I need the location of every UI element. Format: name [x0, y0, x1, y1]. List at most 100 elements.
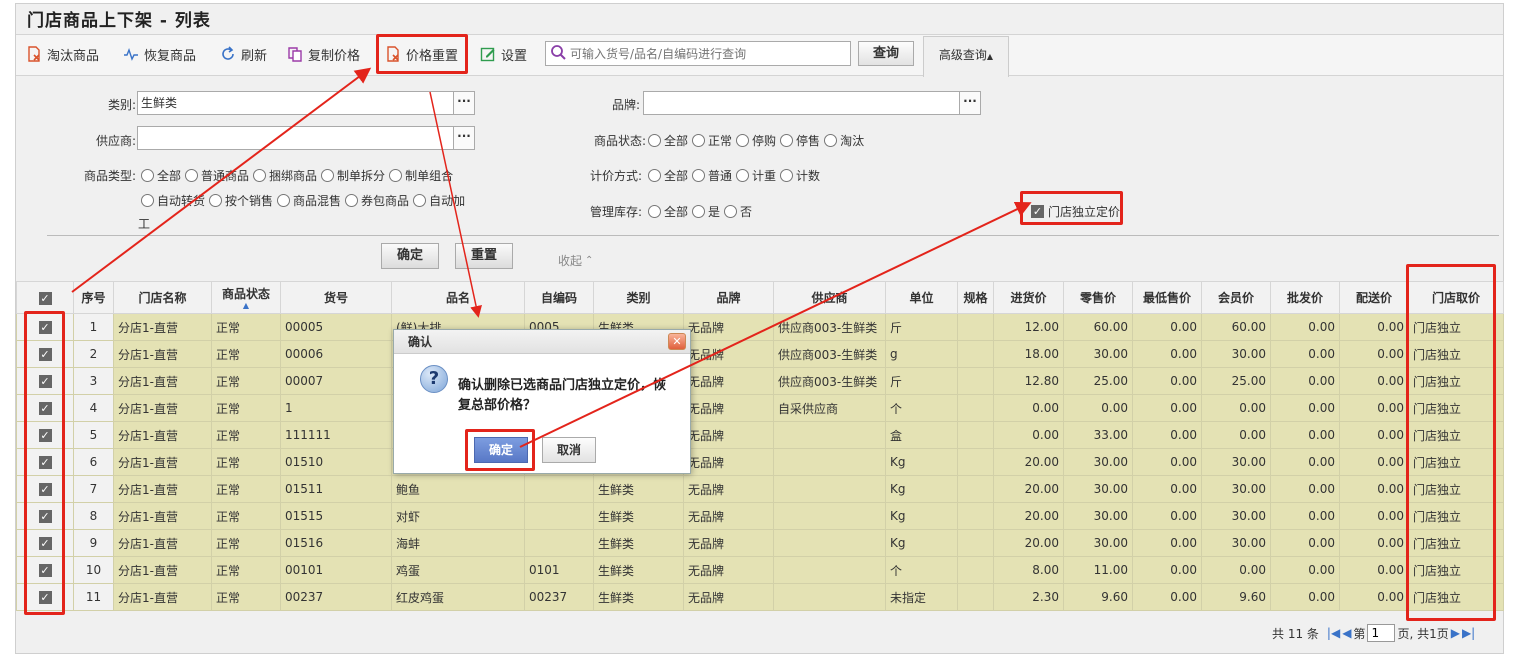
row-select-cell[interactable]: ✓ [16, 475, 74, 503]
row-checkbox[interactable]: ✓ [38, 321, 52, 334]
cell-brand: 无品牌 [683, 367, 774, 395]
stock-radio-yes[interactable] [692, 205, 706, 218]
row-checkbox[interactable]: ✓ [38, 510, 52, 523]
row-select-cell[interactable]: ✓ [16, 421, 74, 449]
copy-price-button[interactable]: 复制价格 [287, 43, 360, 65]
collapse-toggle[interactable]: 收起 ⌃ [558, 252, 593, 269]
type-radio-split[interactable] [321, 169, 335, 182]
advanced-query-tab[interactable]: 高级查询▲ [923, 36, 1009, 77]
status-radio-all[interactable] [648, 134, 661, 147]
row-select-cell[interactable]: ✓ [16, 502, 74, 530]
dialog-ok-button[interactable]: 确定 [474, 437, 528, 463]
table-row[interactable]: ✓ 4 分店1-直营 正常 1 无品牌 自采供应商个 0.00 0.00 0.00 0.00 0.00… [16, 394, 1504, 422]
table-row[interactable]: ✓ 8 分店1-直营 正常 01515 对虾 生鲜类 无品牌 Kg 20.00 30.00 0.00 3… [16, 502, 1504, 530]
type-radio-mixed[interactable] [277, 194, 291, 207]
pricing-radio-count[interactable] [780, 169, 794, 182]
row-select-cell[interactable]: ✓ [16, 367, 74, 395]
row-select-cell[interactable]: ✓ [16, 556, 74, 584]
table-row[interactable]: ✓ 9 分店1-直营 正常 01516 海蚌 生鲜类 无品牌 Kg 20.00 30.00 0.00 3… [16, 529, 1504, 557]
prev-page-icon[interactable]: ◀ [1342, 626, 1351, 640]
row-checkbox[interactable]: ✓ [38, 591, 52, 604]
cell-store: 分店1-直营 [113, 475, 212, 503]
last-page-icon[interactable]: ▶| [1462, 626, 1475, 640]
filter-confirm-button[interactable]: 确定 [381, 243, 439, 269]
type-radio-all[interactable] [141, 169, 154, 182]
type-radio-combine[interactable] [389, 169, 403, 182]
table-row[interactable]: ✓ 2 分店1-直营 正常 00006 无品牌 供应商003-生鲜类 g 18.00 30.00 0… [16, 340, 1504, 368]
type-option-split: 制单拆分 [337, 169, 386, 183]
type-radio-voucher[interactable] [345, 194, 359, 207]
cell-store: 分店1-直营 [113, 313, 212, 341]
row-checkbox[interactable]: ✓ [38, 564, 52, 577]
price-reset-button[interactable]: 价格重置 [385, 43, 458, 65]
restore-goods-button[interactable]: 恢复商品 [123, 43, 196, 65]
pricing-radio-all[interactable] [648, 169, 661, 182]
status-radio-normal[interactable] [692, 134, 706, 147]
refresh-button[interactable]: 刷新 [220, 43, 267, 65]
search-input[interactable] [570, 46, 850, 61]
row-select-cell[interactable]: ✓ [16, 394, 74, 422]
next-page-icon[interactable]: ▶ [1451, 626, 1460, 640]
dialog-cancel-button[interactable]: 取消 [542, 437, 596, 463]
cell-store: 分店1-直营 [113, 529, 212, 557]
cell-status: 正常 [211, 502, 281, 530]
filter-reset-button[interactable]: 重置 [455, 243, 513, 269]
column-header: 自编码 [524, 281, 594, 314]
row-select-cell[interactable]: ✓ [16, 313, 74, 341]
type-radio-bundle[interactable] [253, 169, 267, 182]
row-checkbox[interactable]: ✓ [38, 483, 52, 496]
column-header-sortable[interactable]: 商品状态 ▲ [211, 281, 281, 314]
category-picker-button[interactable]: ··· [453, 91, 475, 115]
page-number-input[interactable] [1367, 624, 1396, 642]
pricing-radio-normal[interactable] [692, 169, 706, 182]
status-radio-group: 全部 正常 停购 停售 淘汰 [644, 132, 864, 149]
brand-picker-button[interactable]: ··· [959, 91, 981, 115]
row-select-cell[interactable]: ✓ [16, 340, 74, 368]
status-radio-stop-purchase[interactable] [736, 134, 750, 147]
status-option-normal: 正常 [708, 134, 733, 148]
stock-radio-no[interactable] [724, 205, 738, 218]
row-checkbox[interactable]: ✓ [38, 375, 52, 388]
type-radio-normal[interactable] [185, 169, 199, 182]
query-button[interactable]: 查询 [858, 41, 914, 66]
brand-field[interactable]: ··· [643, 91, 981, 115]
type-radio-auto-process[interactable] [413, 194, 427, 207]
category-field[interactable]: 生鲜类 ··· [137, 91, 475, 115]
supplier-picker-button[interactable]: ··· [453, 126, 475, 150]
pager: 共 11 条 |◀ ◀ 第 页, 共1页 ▶ ▶| [1272, 624, 1475, 642]
stock-radio-all[interactable] [648, 205, 661, 218]
table-row[interactable]: ✓ 5 分店1-直营 正常 111111 无品牌盒 0.00 33.00 0.00 0.00 0.0… [16, 421, 1504, 449]
supplier-field[interactable]: ··· [137, 126, 475, 150]
independent-price-option[interactable]: ✓ 门店独立定价 [1031, 203, 1120, 220]
table-row[interactable]: ✓ 3 分店1-直营 正常 00007 无品牌 供应商003-生鲜类斤 12.80 25.00 0… [16, 367, 1504, 395]
close-icon[interactable]: ✕ [668, 333, 686, 350]
table-row[interactable]: ✓ 1 分店1-直营 正常 00005 (鲜)大排 0005 生鲜类 无品牌 供应商003-生鲜类… [16, 313, 1504, 341]
independent-price-checkbox[interactable]: ✓ [1031, 205, 1044, 218]
row-checkbox[interactable]: ✓ [38, 537, 52, 550]
first-page-icon[interactable]: |◀ [1327, 626, 1340, 640]
select-all-header[interactable]: ✓ [16, 281, 74, 314]
row-checkbox[interactable]: ✓ [38, 402, 52, 415]
table-row[interactable]: ✓ 6 分店1-直营 正常 01510 无品牌 Kg 20.00 30.00 0.00 30.00 0… [16, 448, 1504, 476]
status-radio-discarded[interactable] [824, 134, 838, 147]
pricing-option-normal: 普通 [708, 169, 733, 183]
discard-goods-button[interactable]: 淘汰商品 [26, 43, 99, 65]
settings-button[interactable]: 设置 [480, 43, 527, 65]
row-checkbox[interactable]: ✓ [38, 429, 52, 442]
table-row[interactable]: ✓ 10 分店1-直营 正常 00101 鸡蛋 0101 生鲜类 无品牌个 8.00 11.00 0.… [16, 556, 1504, 584]
cell-member: 0.00 [1201, 421, 1271, 449]
status-radio-stop-sale[interactable] [780, 134, 794, 147]
select-all-checkbox[interactable]: ✓ [38, 291, 52, 305]
table-row[interactable]: ✓ 7 分店1-直营 正常 01511 鲍鱼 生鲜类 无品牌 Kg 20.00 30.00 0.00 3… [16, 475, 1504, 503]
row-checkbox[interactable]: ✓ [38, 456, 52, 469]
cell-retail: 30.00 [1063, 502, 1133, 530]
row-select-cell[interactable]: ✓ [16, 529, 74, 557]
row-checkbox[interactable]: ✓ [38, 348, 52, 361]
pricing-radio-weight[interactable] [736, 169, 750, 182]
row-select-cell[interactable]: ✓ [16, 583, 74, 611]
row-select-cell[interactable]: ✓ [16, 448, 74, 476]
type-radio-per-piece[interactable] [209, 194, 223, 207]
table-row[interactable]: ✓ 11 分店1-直营 正常 00237 红皮鸡蛋 00237 生鲜类 无品牌 未指定 2.30 9.… [16, 583, 1504, 611]
type-radio-auto-transfer[interactable] [141, 194, 154, 207]
stock-radio-group: 全部 是 否 [644, 203, 752, 220]
